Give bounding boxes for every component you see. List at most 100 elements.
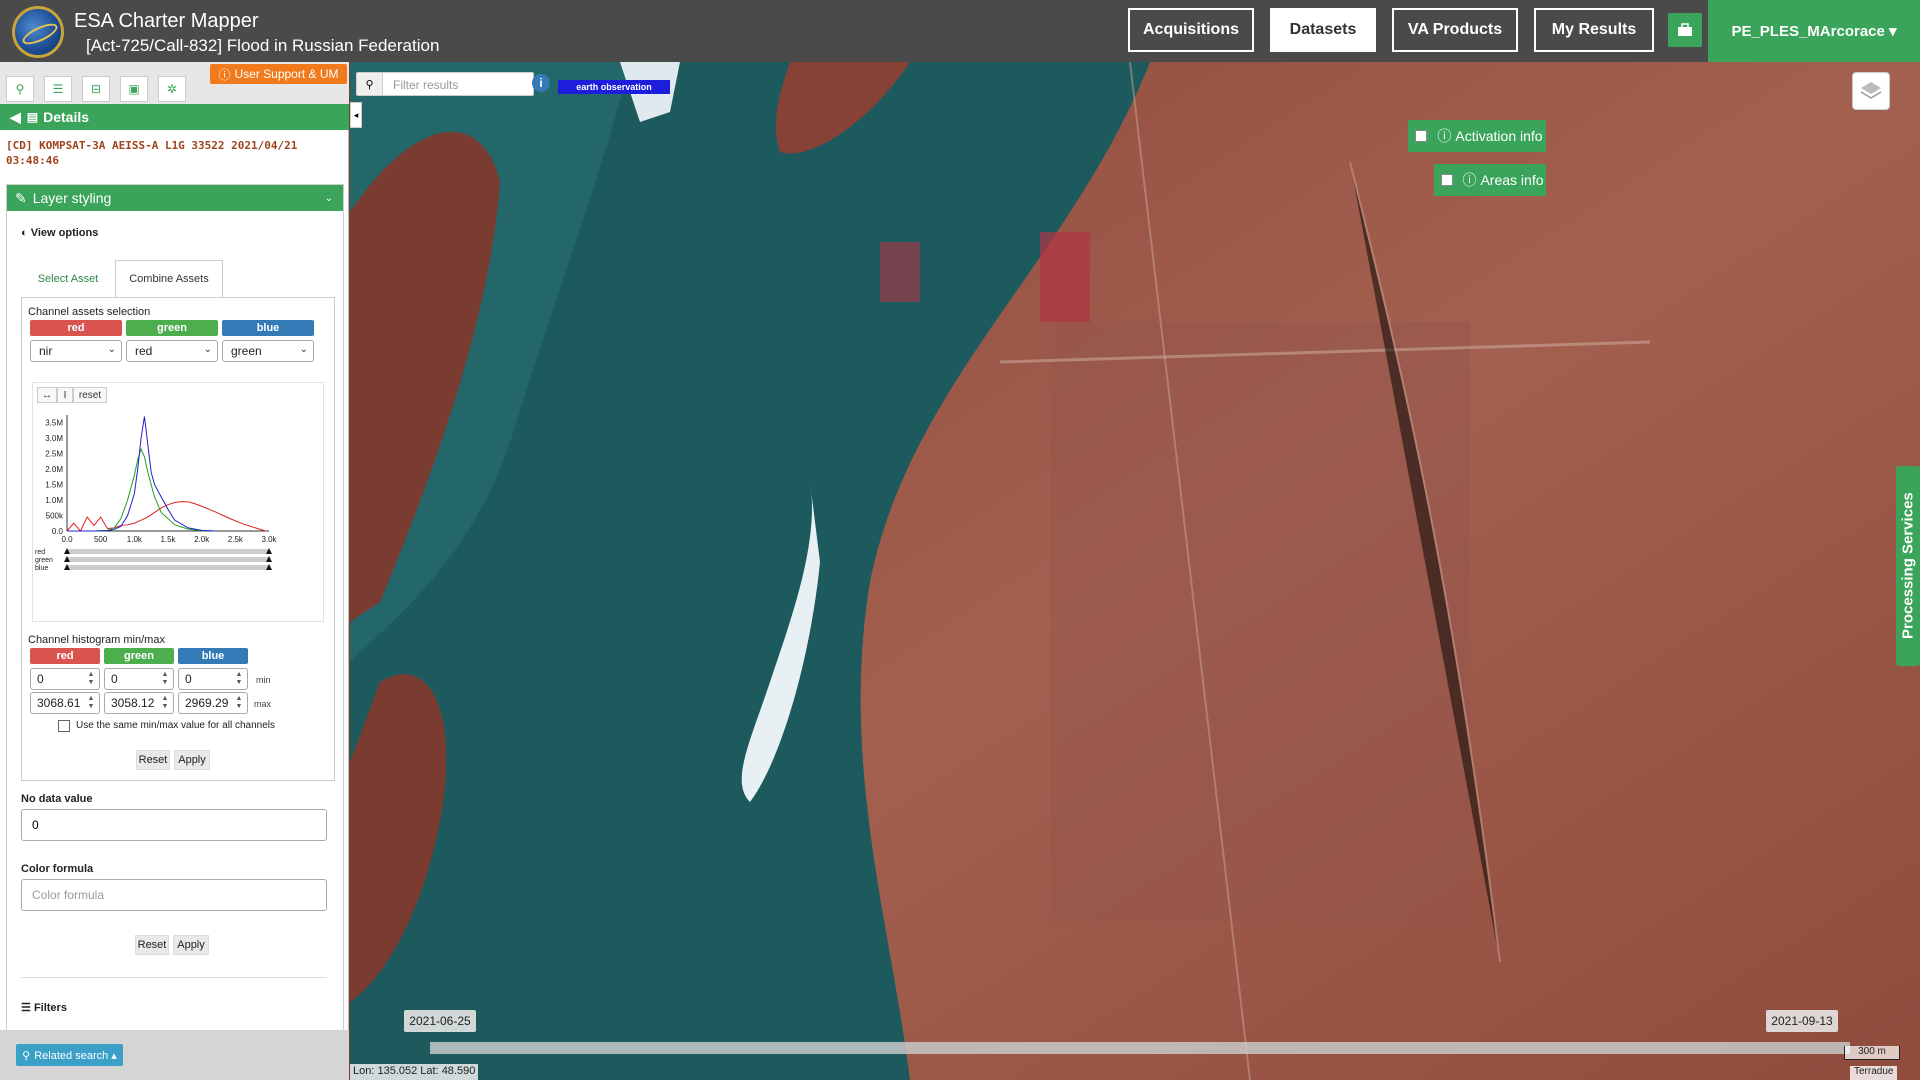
related-search-label: Related search ▴ xyxy=(34,1049,117,1062)
earth-observation-tag[interactable]: earth observation xyxy=(558,80,670,94)
color-formula-label: Color formula xyxy=(21,863,94,875)
user-support-button[interactable]: ⓘ User Support & UM xyxy=(210,64,347,84)
red-min-input[interactable]: 0 ▲ ▼ xyxy=(30,668,100,690)
blue-channel-value: green xyxy=(231,344,262,358)
left-panel: ⚲ ☰ ⊟ ▣ ✲ ⓘ User Support & UM ◀ ▤ Detail… xyxy=(0,62,349,1080)
same-minmax-checkbox[interactable] xyxy=(58,720,70,732)
blue-max-input[interactable]: 2969.29 ▲ ▼ xyxy=(178,692,248,714)
search-tool-button[interactable]: ⚲ xyxy=(6,76,34,102)
x-tick-label: 0.0 xyxy=(61,535,73,544)
layers-button[interactable] xyxy=(1852,72,1890,110)
spinner-icon[interactable]: ▲ ▼ xyxy=(233,695,245,711)
charter-logo xyxy=(12,6,64,58)
info-icon[interactable]: i xyxy=(532,74,550,92)
user-support-label: User Support & UM xyxy=(234,67,339,81)
map-view[interactable]: ◂ ⚲ Filter results i earth observation ⓘ… xyxy=(350,62,1920,1080)
x-tick-label: 500 xyxy=(94,535,108,544)
blue-minmax-badge: blue xyxy=(178,648,248,664)
nav-va-products-button[interactable]: VA Products xyxy=(1392,8,1518,52)
details-label: Details xyxy=(43,109,90,125)
info-circle-icon: ⓘ xyxy=(1437,128,1452,144)
blue-max-value: 2969.29 xyxy=(185,696,229,710)
nav-my-results-button[interactable]: My Results xyxy=(1534,8,1654,52)
spinner-icon[interactable]: ▲ ▼ xyxy=(233,671,245,687)
y-tick-label: 3.0M xyxy=(45,434,63,443)
areas-info-checkbox[interactable] xyxy=(1441,174,1453,186)
x-tick-label: 1.5k xyxy=(160,535,176,544)
red-channel-value: nir xyxy=(39,344,53,358)
user-menu-dropdown[interactable]: PE_PLES_MArcorace ▾ xyxy=(1708,0,1920,62)
activation-info-toggle[interactable] xyxy=(1408,120,1434,152)
activation-info-checkbox[interactable] xyxy=(1415,130,1427,142)
settings-tool-button[interactable]: ✲ xyxy=(158,76,186,102)
x-tick-label: 2.0k xyxy=(194,535,210,544)
minmax-apply-button[interactable]: Apply xyxy=(174,750,210,770)
tab-combine-assets[interactable]: Combine Assets xyxy=(115,260,223,298)
pan-button[interactable]: ↔ xyxy=(37,387,57,403)
y-tick-label: 1.5M xyxy=(45,481,63,490)
timeline-bar[interactable] xyxy=(430,1042,1850,1054)
panel-footer: ⚲ Related search ▴ xyxy=(0,1030,349,1080)
green-channel-value: red xyxy=(135,344,153,358)
red-channel-select[interactable]: nir ⌄ xyxy=(30,340,122,362)
panel-toolbar: ⚲ ☰ ⊟ ▣ ✲ ⓘ User Support & UM xyxy=(0,62,349,104)
filter-search-button[interactable]: ⚲ xyxy=(357,73,383,95)
spinner-icon[interactable]: ▲ ▼ xyxy=(159,695,171,711)
areas-info-toggle[interactable] xyxy=(1434,164,1460,196)
activation-info-button[interactable]: ⓘ Activation info xyxy=(1434,120,1546,152)
blue-channel-select[interactable]: green ⌄ xyxy=(222,340,314,362)
view-options-label: ◐ View options xyxy=(21,227,99,239)
blue-slider-label: blue xyxy=(35,565,48,572)
y-tick-label: 1.0M xyxy=(45,496,63,505)
green-minmax-badge: green xyxy=(104,648,174,664)
layer-styling-label: Layer styling xyxy=(32,190,112,206)
back-chevron-icon[interactable]: ◀ xyxy=(10,109,21,126)
brush-icon: ✎ xyxy=(15,189,27,206)
collapse-chevron-icon[interactable]: ⌄ xyxy=(325,193,333,204)
panel-collapse-tab[interactable]: ◂ xyxy=(350,102,362,128)
briefcase-button[interactable] xyxy=(1668,13,1702,47)
nav-acquisitions-button[interactable]: Acquisitions xyxy=(1128,8,1254,52)
no-data-input[interactable]: 0 xyxy=(21,809,327,841)
basket-tool-button[interactable]: ⊟ xyxy=(82,76,110,102)
chevron-down-icon: ⌄ xyxy=(107,344,116,355)
y-tick-label: 3.5M xyxy=(45,419,63,428)
tab-select-asset[interactable]: Select Asset xyxy=(23,260,113,298)
filters-toggle[interactable]: ☰ Filters xyxy=(21,1001,67,1014)
basket-icon: ⊟ xyxy=(90,82,102,96)
red-channel-badge: red xyxy=(30,320,122,336)
spinner-icon[interactable]: ▲ ▼ xyxy=(85,695,97,711)
list-tool-button[interactable]: ☰ xyxy=(44,76,72,102)
filter-results-input[interactable]: ⚲ Filter results xyxy=(356,72,534,96)
related-search-button[interactable]: ⚲ Related search ▴ xyxy=(16,1044,123,1066)
histogram-reset-button[interactable]: reset xyxy=(73,387,107,403)
blue-min-input[interactable]: 0 ▲ ▼ xyxy=(178,668,248,690)
no-data-label: No data value xyxy=(21,793,93,805)
archive-tool-button[interactable]: ▣ xyxy=(120,76,148,102)
spinner-icon[interactable]: ▲ ▼ xyxy=(159,671,171,687)
minmax-reset-button[interactable]: Reset xyxy=(136,750,170,770)
color-formula-input[interactable]: Color formula xyxy=(21,879,327,911)
search-icon: ⚲ xyxy=(22,1049,31,1062)
blue-range-slider xyxy=(67,565,269,570)
red-slider-label: red xyxy=(35,549,45,556)
formula-apply-button[interactable]: Apply xyxy=(173,935,209,955)
green-histogram-line xyxy=(67,447,216,532)
processing-services-tab[interactable]: Processing Services xyxy=(1896,466,1920,666)
green-min-input[interactable]: 0 ▲ ▼ xyxy=(104,668,174,690)
red-max-input[interactable]: 3068.61 ▲ ▼ xyxy=(30,692,100,714)
formula-reset-button[interactable]: Reset xyxy=(135,935,169,955)
chevron-down-icon: ⌄ xyxy=(203,344,212,355)
timeline-start-date[interactable]: 2021-06-25 xyxy=(404,1010,476,1032)
nav-datasets-button[interactable]: Datasets xyxy=(1270,8,1376,52)
green-max-input[interactable]: 3058.12 ▲ ▼ xyxy=(104,692,174,714)
areas-info-button[interactable]: ⓘ Areas info xyxy=(1460,164,1546,196)
zoom-button[interactable]: I xyxy=(57,387,73,403)
filters-label: Filters xyxy=(33,1002,67,1014)
timeline-end-date[interactable]: 2021-09-13 xyxy=(1766,1010,1838,1032)
spinner-icon[interactable]: ▲ ▼ xyxy=(85,671,97,687)
search-icon: ⚲ xyxy=(365,78,374,91)
green-channel-select[interactable]: red ⌄ xyxy=(126,340,218,362)
layer-styling-header[interactable]: ✎ Layer styling ⌄ xyxy=(7,185,343,211)
satellite-imagery[interactable] xyxy=(350,62,1920,1080)
